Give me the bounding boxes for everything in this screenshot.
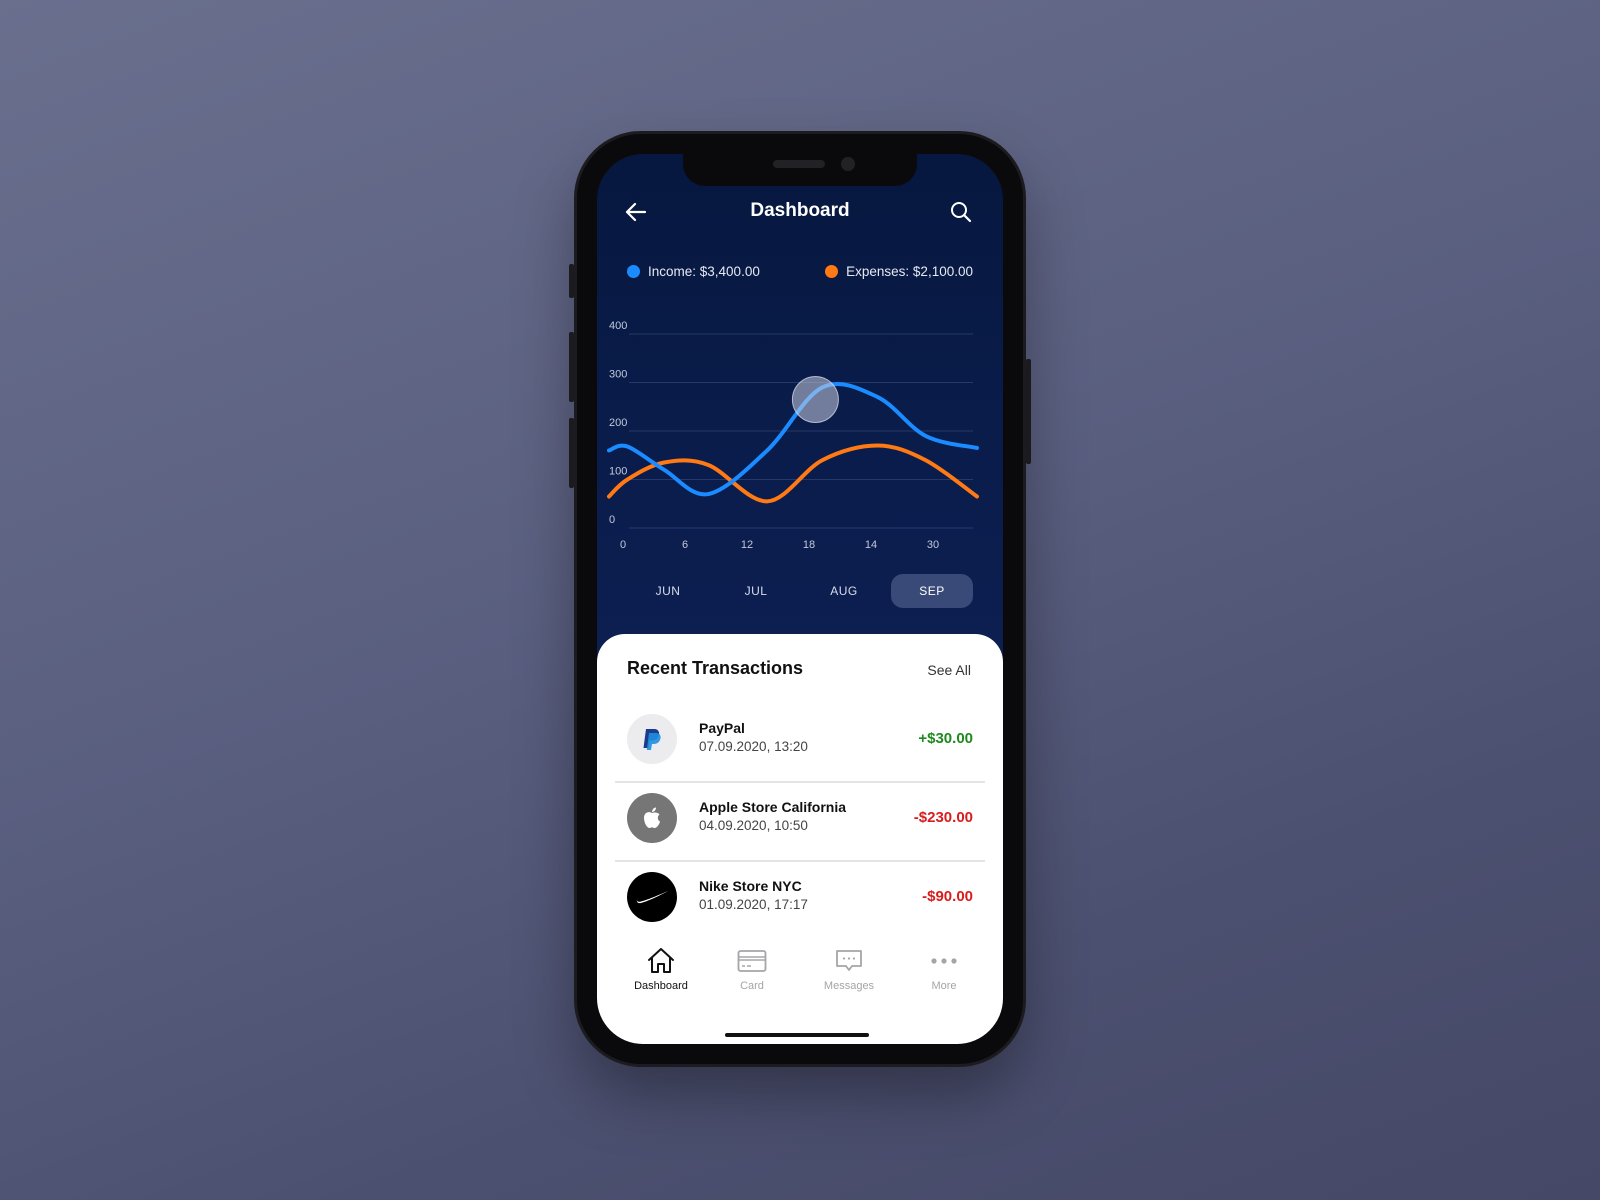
nike-logo [627,872,677,922]
transaction-row[interactable]: Apple Store California 04.09.2020, 10:50… [615,783,985,862]
transaction-name: PayPal [699,720,745,736]
apple-icon [644,807,660,828]
income-expenses-chart[interactable]: 0 100 200 300 400 0 6 12 18 14 30 [597,304,1003,564]
paypal-logo [627,714,677,764]
transaction-row[interactable]: PayPal 07.09.2020, 13:20 +$30.00 [615,704,985,783]
x-tick-label: 0 [620,539,626,551]
paypal-icon [643,729,661,750]
volume-up-button [569,332,574,402]
card-icon [737,950,767,972]
phone-frame: Dashboard Income: $3,400.00 Expenses: $2… [569,134,1031,1064]
transaction-date: 01.09.2020, 17:17 [699,897,808,912]
search-icon [951,202,972,223]
tab-label: Card [740,980,764,992]
x-tick-label: 14 [865,539,877,551]
transaction-list: PayPal 07.09.2020, 13:20 +$30.00 Apple S… [615,704,985,941]
tab-card[interactable]: Card [707,944,797,992]
x-tick-label: 12 [741,539,753,551]
more-icon [931,958,957,964]
bottom-tab-bar: Dashboard Card Messages More [597,944,1003,1014]
home-icon [648,948,674,973]
income-label: Income: $3,400.00 [648,264,760,279]
nike-icon [636,891,668,904]
y-tick-label: 400 [609,320,627,332]
section-title: Recent Transactions [627,658,804,678]
x-tick-label: 6 [682,539,688,551]
chart-legend: Income: $3,400.00 Expenses: $2,100.00 [627,264,973,284]
apple-logo [627,793,677,843]
month-tab-sep[interactable]: SEP [891,574,973,608]
legend-expenses: Expenses: $2,100.00 [825,264,973,279]
page-title: Dashboard [750,200,850,221]
transaction-row[interactable]: Nike Store NYC 01.09.2020, 17:17 -$90.00 [615,862,985,941]
tab-label: Messages [823,980,875,992]
tab-more[interactable]: More [899,944,989,992]
transaction-name: Nike Store NYC [699,878,802,894]
tab-dashboard[interactable]: Dashboard [616,944,706,992]
app-screen: Dashboard Income: $3,400.00 Expenses: $2… [597,154,1003,1044]
tab-messages[interactable]: Messages [804,944,894,992]
transaction-date: 04.09.2020, 10:50 [699,818,808,833]
volume-down-button [569,418,574,488]
month-selector: JUN JUL AUG SEP [627,574,973,608]
x-tick-label: 18 [803,539,815,551]
expenses-dot [825,265,839,278]
month-tab-jun[interactable]: JUN [627,574,709,608]
transaction-amount: +$30.00 [918,730,973,747]
legend-income: Income: $3,400.00 [627,264,760,279]
power-button [1026,359,1031,464]
x-tick-label: 30 [927,539,939,551]
transaction-name: Apple Store California [699,799,847,815]
tab-label: More [931,980,957,992]
notch [683,154,917,186]
transaction-amount: -$90.00 [922,888,973,905]
tab-label: Dashboard [634,980,688,992]
chart-highlight-handle [791,375,839,423]
search-button[interactable] [949,200,973,224]
speaker [773,160,825,168]
header: Dashboard [597,194,1003,230]
y-tick-label: 100 [609,466,627,478]
transaction-date: 07.09.2020, 13:20 [699,739,808,754]
month-tab-jul[interactable]: JUL [715,574,797,608]
expenses-label: Expenses: $2,100.00 [846,264,973,279]
front-camera [841,157,855,171]
income-dot [627,265,640,278]
y-tick-label: 300 [609,369,627,381]
messages-icon [836,950,862,971]
y-tick-label: 200 [609,417,627,429]
home-indicator[interactable] [725,1033,869,1037]
series-line-expenses [607,443,979,504]
transaction-amount: -$230.00 [913,809,973,826]
y-tick-label: 0 [609,514,615,526]
month-tab-aug[interactable]: AUG [803,574,885,608]
see-all-link[interactable]: See All [927,662,971,678]
mute-switch [569,264,574,298]
